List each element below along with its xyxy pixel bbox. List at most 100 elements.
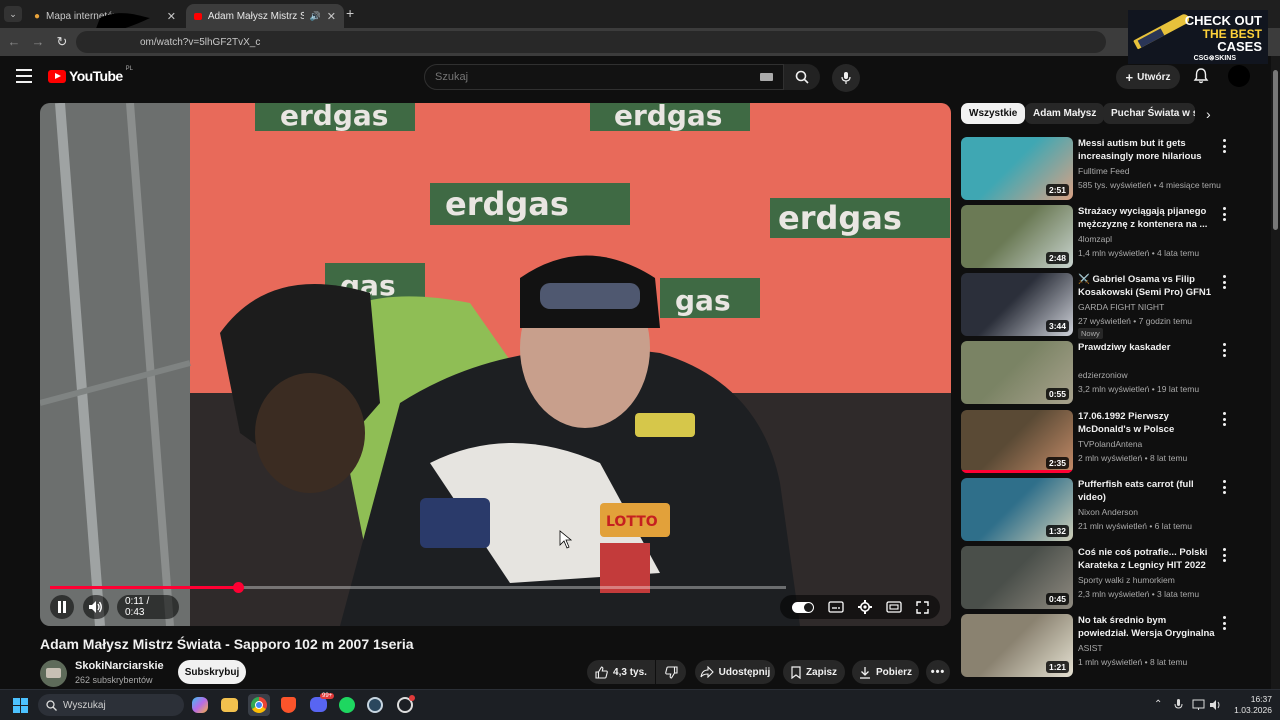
more-vertical-icon[interactable]: [1221, 275, 1227, 289]
voice-search-button[interactable]: [832, 64, 860, 92]
chrome-icon[interactable]: [248, 694, 270, 716]
windows-start-icon[interactable]: [13, 698, 28, 713]
fullscreen-icon[interactable]: [915, 600, 929, 614]
notifications-bell-icon[interactable]: [1192, 67, 1210, 85]
scrollbar-thumb[interactable]: [1273, 70, 1278, 230]
speaker-icon[interactable]: 🔊: [310, 11, 321, 22]
video-thumbnail[interactable]: 0:45: [961, 546, 1073, 609]
recommended-video-channel[interactable]: TVPolandAntena: [1078, 439, 1142, 449]
subscribe-button[interactable]: Subskrybuj: [178, 660, 246, 684]
recommended-video-channel[interactable]: Nixon Anderson: [1078, 507, 1138, 517]
recommended-video-title[interactable]: ⚔️ Gabriel Osama vs Filip Kosakowski (Se…: [1078, 273, 1216, 299]
recommended-video[interactable]: 2:35 17.06.1992 Pierwszy McDonald's w Pol…: [961, 410, 1271, 474]
spotify-icon[interactable]: [339, 697, 355, 713]
system-clock[interactable]: 16:37 1.03.2026: [1232, 694, 1272, 716]
recommended-video-channel[interactable]: Fulltime Feed: [1078, 166, 1130, 176]
video-thumbnail[interactable]: 1:21: [961, 614, 1073, 677]
tray-chevron-icon[interactable]: ⌃: [1154, 699, 1162, 710]
keyboard-icon[interactable]: [760, 73, 773, 81]
recommended-video[interactable]: 1:32 Pufferfish eats carrot (full video) N…: [961, 478, 1271, 542]
video-thumbnail[interactable]: 2:51: [961, 137, 1073, 200]
recommended-video[interactable]: 1:21 No tak średnio bym powiedział. Wersj…: [961, 614, 1271, 678]
more-vertical-icon[interactable]: [1221, 480, 1227, 494]
account-avatar[interactable]: [1228, 65, 1250, 87]
tab-youtube[interactable]: Adam Małysz Mistrz Świata 🔊 ✕: [186, 4, 344, 28]
search-box[interactable]: [424, 64, 784, 90]
chip-all[interactable]: Wszystkie: [961, 103, 1026, 124]
recommended-video-title[interactable]: Prawdziwy kaskader: [1078, 341, 1216, 354]
video-thumbnail[interactable]: 0:55: [961, 341, 1073, 404]
steam-icon[interactable]: [367, 697, 383, 713]
subtitles-icon[interactable]: [827, 601, 844, 613]
more-vertical-icon[interactable]: [1221, 548, 1227, 562]
volume-button[interactable]: [83, 595, 109, 619]
new-tab-button[interactable]: +: [346, 5, 360, 21]
copilot-icon[interactable]: [192, 697, 208, 713]
video-thumbnail[interactable]: 3:44: [961, 273, 1073, 336]
brave-icon[interactable]: [281, 697, 296, 713]
like-button[interactable]: 4,3 tys.: [587, 660, 655, 684]
save-button[interactable]: Zapisz: [783, 660, 845, 684]
autoplay-toggle[interactable]: [791, 601, 814, 613]
recommended-video[interactable]: 2:51 Messi autism but it gets increasingl…: [961, 137, 1271, 201]
tab-search-dropdown[interactable]: ⌄: [4, 6, 22, 22]
dislike-button[interactable]: [656, 660, 686, 684]
close-tab-icon[interactable]: ✕: [327, 10, 336, 23]
video-thumbnail[interactable]: 2:48: [961, 205, 1073, 268]
discord-icon[interactable]: 99+: [310, 693, 335, 712]
recommended-video-title[interactable]: No tak średnio bym powiedział. Wersja Or…: [1078, 614, 1216, 640]
reload-icon[interactable]: ↻: [54, 34, 70, 50]
more-vertical-icon[interactable]: [1221, 343, 1227, 357]
more-vertical-icon[interactable]: [1221, 412, 1227, 426]
taskbar-search[interactable]: Wyszukaj: [38, 694, 184, 716]
more-vertical-icon[interactable]: [1221, 207, 1227, 221]
more-vertical-icon[interactable]: [1221, 616, 1227, 630]
channel-name[interactable]: SkokiNarciarskie: [75, 660, 164, 672]
recommended-video[interactable]: 3:44 ⚔️ Gabriel Osama vs Filip Kosakowski…: [961, 273, 1271, 339]
back-arrow-icon[interactable]: ←: [6, 34, 22, 49]
recommended-video-channel[interactable]: ASIST: [1078, 643, 1103, 653]
search-input[interactable]: [435, 71, 755, 83]
recommended-video[interactable]: 0:45 Coś nie coś potrafie... Polski Karat…: [961, 546, 1271, 610]
recommended-video-channel[interactable]: 4lomzapl: [1078, 234, 1112, 244]
chip-adam-malysz[interactable]: Adam Małysz: [1025, 103, 1105, 124]
app-icon[interactable]: [397, 695, 415, 713]
recommended-video-title[interactable]: 17.06.1992 Pierwszy McDonald's w Polsce: [1078, 410, 1216, 436]
download-button[interactable]: Pobierz: [852, 660, 919, 684]
theater-mode-icon[interactable]: [885, 601, 902, 613]
volume-tray-icon[interactable]: [1210, 699, 1223, 711]
ad-banner[interactable]: CHECK OUT THE BEST CASES CSG⊗SKINS: [1128, 10, 1268, 64]
more-vertical-icon[interactable]: [1221, 139, 1227, 153]
recommended-video-channel[interactable]: GARDA FIGHT NIGHT: [1078, 302, 1164, 312]
recommended-video-title[interactable]: Strażacy wyciągają pijanego mężczyznę z …: [1078, 205, 1216, 231]
video-thumbnail[interactable]: 1:32: [961, 478, 1073, 541]
channel-avatar[interactable]: [40, 660, 67, 687]
video-player[interactable]: erdgas erdgas erdgas erdgas gas gas LOTT…: [40, 103, 951, 626]
recommended-video[interactable]: 0:55 Prawdziwy kaskader edzierzoniow 3,2 ml…: [961, 341, 1271, 405]
recommended-video-title[interactable]: Messi autism but it gets increasingly mo…: [1078, 137, 1216, 163]
close-tab-icon[interactable]: ✕: [167, 10, 176, 23]
recommended-video-channel[interactable]: edzierzoniow: [1078, 370, 1128, 380]
chips-next-arrow-icon[interactable]: ›: [1206, 106, 1211, 122]
chip-puchar-swiata[interactable]: Puchar Świata w skokach: [1103, 103, 1195, 124]
video-thumbnail[interactable]: 2:35: [961, 410, 1073, 473]
forward-arrow-icon[interactable]: →: [30, 34, 46, 49]
network-icon[interactable]: [1192, 699, 1205, 711]
youtube-logo[interactable]: YouTube PL: [48, 66, 133, 84]
settings-gear-icon[interactable]: [857, 600, 872, 614]
share-button[interactable]: Udostępnij: [695, 660, 775, 684]
microphone-tray-icon[interactable]: [1174, 699, 1183, 711]
play-pause-button[interactable]: [50, 595, 74, 619]
file-explorer-icon[interactable]: [221, 698, 238, 712]
recommended-video-title[interactable]: Coś nie coś potrafie... Polski Karateka …: [1078, 546, 1216, 572]
search-button[interactable]: [784, 64, 820, 90]
address-bar[interactable]: om/watch?v=5lhGF2TvX_c: [76, 31, 1106, 53]
progress-bar[interactable]: [50, 582, 786, 593]
recommended-video-title[interactable]: Pufferfish eats carrot (full video): [1078, 478, 1216, 504]
more-actions-button[interactable]: •••: [926, 660, 950, 684]
recommended-video[interactable]: 2:48 Strażacy wyciągają pijanego mężczyzn…: [961, 205, 1271, 269]
create-button[interactable]: + Utwórz: [1116, 65, 1180, 89]
menu-icon[interactable]: [16, 69, 32, 83]
scrollbar[interactable]: [1271, 56, 1280, 689]
recommended-video-channel[interactable]: Sporty walki z humorkiem: [1078, 575, 1175, 585]
